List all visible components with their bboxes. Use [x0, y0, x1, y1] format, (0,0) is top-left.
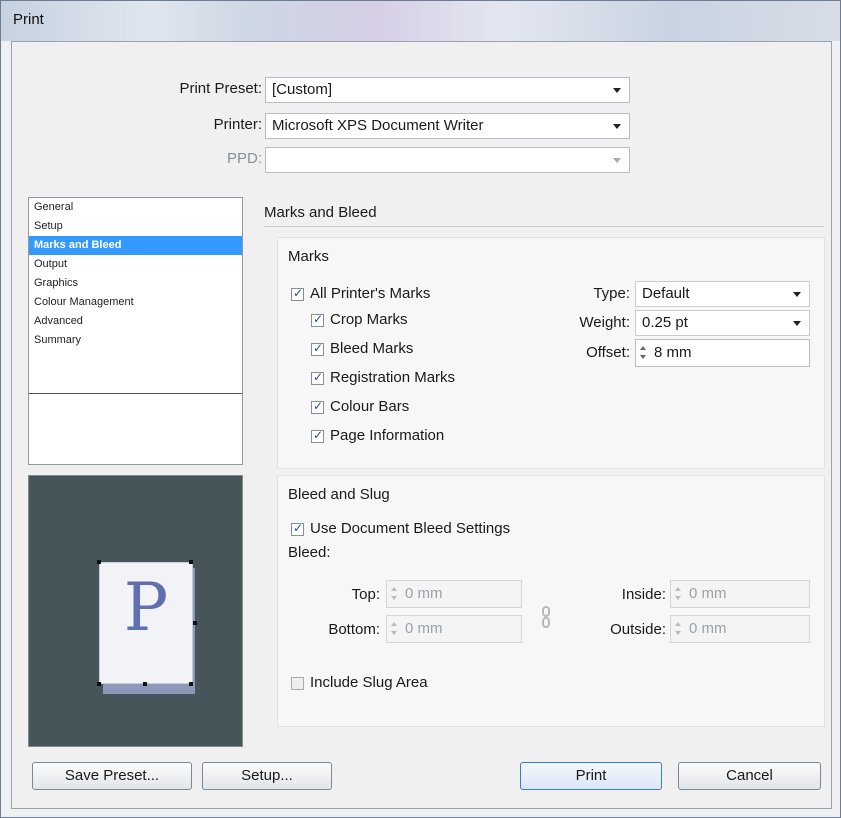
include-slug-area-label: Include Slug Area: [310, 674, 428, 691]
crop-mark-handle: [143, 682, 147, 686]
top-label: Top:: [351, 586, 380, 603]
chevron-down-icon: [613, 124, 621, 129]
bottom-label: Bottom:: [328, 621, 380, 638]
bleed-outside-stepper[interactable]: 0 mm: [670, 615, 810, 643]
spinner-arrows-icon[interactable]: [391, 620, 399, 638]
title-bar[interactable]: Print: [1, 1, 840, 41]
printer-dropdown[interactable]: Microsoft XPS Document Writer: [265, 113, 630, 139]
offset-stepper[interactable]: 8 mm: [635, 339, 810, 367]
page-preview: P: [28, 475, 243, 747]
link-chain-icon[interactable]: [540, 606, 552, 628]
marks-group: Marks All Printer's Marks Crop Marks Ble…: [277, 237, 825, 469]
weight-dropdown[interactable]: 0.25 pt: [635, 310, 810, 336]
marks-group-title: Marks: [288, 248, 329, 265]
bleed-top-stepper[interactable]: 0 mm: [386, 580, 522, 608]
page-information-checkbox[interactable]: [311, 428, 324, 443]
setup-button[interactable]: Setup...: [202, 762, 332, 790]
spinner-arrows-icon[interactable]: [675, 620, 683, 638]
sidebar-item-general[interactable]: General: [29, 198, 242, 217]
offset-label: Offset:: [586, 344, 630, 361]
bleed-marks-checkbox[interactable]: [311, 341, 324, 356]
use-document-bleed-label: Use Document Bleed Settings: [310, 520, 511, 537]
window-title: Print: [13, 11, 44, 28]
crop-marks-label: Crop Marks: [330, 311, 408, 328]
sidebar-item-marks-and-bleed[interactable]: Marks and Bleed: [29, 236, 242, 255]
print-preset-label: Print Preset:: [179, 80, 262, 97]
type-dropdown[interactable]: Default: [635, 281, 810, 307]
spinner-arrows-icon[interactable]: [675, 585, 683, 603]
include-slug-area-checkbox[interactable]: [291, 677, 304, 690]
colour-bars-checkbox[interactable]: [311, 399, 324, 414]
outside-label: Outside:: [610, 621, 666, 638]
chevron-down-icon: [793, 292, 801, 297]
preview-letter: P: [123, 569, 169, 646]
colour-bars-label: Colour Bars: [330, 398, 410, 415]
category-list: General Setup Marks and Bleed Output Gra…: [28, 197, 243, 465]
cancel-button[interactable]: Cancel: [678, 762, 821, 790]
all-printers-marks-label: All Printer's Marks: [310, 285, 431, 302]
bleed-outside-value: 0 mm: [689, 620, 727, 637]
crop-mark-handle: [193, 621, 197, 625]
list-empty-area: [29, 393, 242, 466]
registration-marks-label: Registration Marks: [330, 369, 456, 386]
crop-mark-handle: [189, 560, 193, 564]
ppd-label: PPD:: [226, 150, 262, 167]
chevron-down-icon: [613, 88, 621, 93]
save-preset-button[interactable]: Save Preset...: [32, 762, 192, 790]
bleed-and-slug-title: Bleed and Slug: [288, 486, 390, 503]
spinner-arrows-icon[interactable]: [391, 585, 399, 603]
bleed-bottom-value: 0 mm: [405, 620, 443, 637]
print-preset-value: [Custom]: [272, 81, 333, 98]
type-value: Default: [642, 285, 690, 302]
sidebar-item-colour-management[interactable]: Colour Management: [29, 293, 242, 312]
chevron-down-icon: [613, 158, 621, 163]
preview-page: P: [99, 562, 193, 684]
bleed-top-value: 0 mm: [405, 585, 443, 602]
weight-value: 0.25 pt: [642, 314, 688, 331]
bleed-inside-value: 0 mm: [689, 585, 727, 602]
print-dialog: Print Print Preset: [Custom] Printer: Mi…: [0, 0, 841, 818]
printer-value: Microsoft XPS Document Writer: [272, 117, 484, 134]
all-printers-marks-checkbox[interactable]: [291, 286, 304, 301]
panel-title-divider: [264, 226, 824, 227]
sidebar-item-summary[interactable]: Summary: [29, 331, 242, 350]
sidebar-item-graphics[interactable]: Graphics: [29, 274, 242, 293]
panel-title: Marks and Bleed: [264, 204, 377, 221]
ppd-dropdown[interactable]: [265, 147, 630, 173]
spinner-arrows-icon[interactable]: [640, 344, 648, 362]
crop-mark-handle: [189, 682, 193, 686]
dialog-body: Print Preset: [Custom] Printer: Microsof…: [11, 41, 832, 809]
chevron-down-icon: [793, 321, 801, 326]
bleed-and-slug-group: Bleed and Slug Use Document Bleed Settin…: [277, 475, 825, 727]
use-document-bleed-checkbox[interactable]: [291, 521, 304, 536]
bleed-label: Bleed:: [288, 544, 331, 561]
bleed-marks-label: Bleed Marks: [330, 340, 414, 357]
type-label: Type:: [593, 285, 630, 302]
page-information-label: Page Information: [330, 427, 445, 444]
registration-marks-checkbox[interactable]: [311, 370, 324, 385]
crop-mark-handle: [97, 682, 101, 686]
bleed-inside-stepper[interactable]: 0 mm: [670, 580, 810, 608]
inside-label: Inside:: [621, 586, 666, 603]
offset-value: 8 mm: [654, 344, 692, 361]
print-preset-dropdown[interactable]: [Custom]: [265, 77, 630, 103]
crop-marks-checkbox[interactable]: [311, 312, 324, 327]
sidebar-item-output[interactable]: Output: [29, 255, 242, 274]
sidebar-item-setup[interactable]: Setup: [29, 217, 242, 236]
printer-label: Printer:: [213, 116, 262, 133]
bleed-bottom-stepper[interactable]: 0 mm: [386, 615, 522, 643]
print-button[interactable]: Print: [520, 762, 662, 790]
weight-label: Weight:: [579, 314, 630, 331]
sidebar-item-advanced[interactable]: Advanced: [29, 312, 242, 331]
crop-mark-handle: [97, 560, 101, 564]
